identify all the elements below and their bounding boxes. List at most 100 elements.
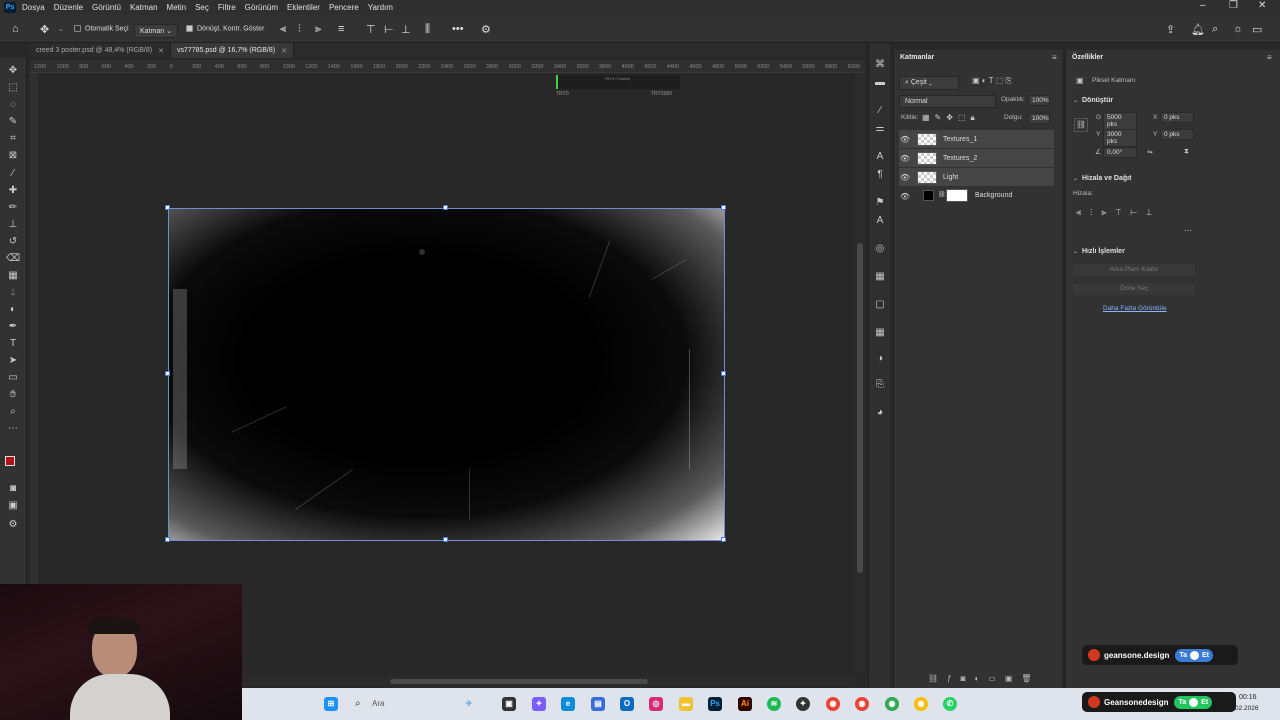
transform-handle[interactable]	[165, 537, 170, 542]
eye-icon[interactable]: 👁︎	[899, 192, 911, 201]
auto-select-checkbox[interactable]: Otomatik Seçi	[74, 25, 129, 32]
spotify-icon[interactable]: ≋	[767, 697, 781, 711]
workspace-icon[interactable]: ▭	[1252, 23, 1262, 36]
dodge-tool-icon[interactable]: ◐	[6, 303, 20, 317]
align-center-icon[interactable]: ⫶	[298, 23, 301, 36]
quick-select-tool-icon[interactable]: ✎	[6, 115, 20, 129]
brush-settings-icon[interactable]: ⚌	[874, 123, 886, 135]
distribute-vertical-icon[interactable]: ⫼	[425, 23, 430, 36]
comments-panel-icon[interactable]: ▬	[874, 77, 886, 89]
more-options-icon[interactable]: ⋯	[1184, 226, 1192, 235]
link-dimensions-icon[interactable]: ⛓	[1074, 118, 1088, 132]
remove-background-button[interactable]: Arka Planı Kaldır	[1073, 264, 1195, 276]
select-subject-button[interactable]: Özne Seç	[1073, 283, 1195, 295]
windows-start-icon[interactable]: ⊞	[324, 697, 338, 711]
quick-actions-title[interactable]: Hızlı İşlemler	[1082, 248, 1125, 255]
target-dropdown[interactable]: Katman ⌄	[134, 24, 178, 38]
notification-bell-icon[interactable]: 🔔︎	[1191, 23, 1205, 36]
menu-gorunum[interactable]: Görünüm	[245, 3, 278, 12]
restore-icon[interactable]: ❐	[1229, 0, 1238, 11]
chrome-profile-2-icon[interactable]: ◉	[885, 697, 899, 711]
panel-menu-icon[interactable]: ≡	[1052, 53, 1057, 62]
menu-dosya[interactable]: Dosya	[22, 3, 45, 12]
store-icon[interactable]: ▤	[591, 697, 605, 711]
fill-field[interactable]: 100%	[1028, 113, 1050, 124]
layer-row-textures-2[interactable]: 👁︎ Textures_2	[899, 149, 1054, 167]
chrome-icon[interactable]: ◉	[826, 697, 840, 711]
channels-panel-icon[interactable]: ◕	[874, 407, 886, 419]
copilot-icon[interactable]: ✦	[532, 697, 546, 711]
menu-pencere[interactable]: Pencere	[329, 3, 359, 12]
brush-panel-icon[interactable]: ⁄	[874, 105, 886, 117]
move-tool-icon[interactable]: ✥	[6, 64, 20, 78]
edge-icon[interactable]: e	[561, 697, 575, 711]
libraries-panel-icon[interactable]: ⎘	[874, 379, 886, 391]
history-panel-icon[interactable]: ⌘	[874, 59, 886, 71]
paragraph-panel-icon[interactable]: ¶	[874, 169, 886, 181]
document-image[interactable]	[168, 208, 725, 541]
chevron-down-icon[interactable]: ⌄	[1073, 248, 1078, 255]
share-icon[interactable]: ⇪	[1166, 23, 1175, 36]
character-styles-icon[interactable]: A	[874, 215, 886, 227]
minimize-icon[interactable]: –	[1200, 0, 1206, 11]
settings-gear-icon[interactable]: ⚙	[481, 23, 491, 36]
3d-panel-icon[interactable]: ◎	[874, 243, 886, 255]
app-icon[interactable]: ✦	[796, 697, 810, 711]
transform-handle[interactable]	[443, 537, 448, 542]
gradients-panel-icon[interactable]: ▢	[874, 299, 886, 311]
home-icon[interactable]: ⌂	[12, 23, 19, 35]
foreground-color-swatch[interactable]	[5, 456, 15, 466]
align-section-title[interactable]: Hizala ve Dağıt	[1082, 175, 1131, 182]
tab-creed-poster[interactable]: creed 3 poster.psd @ 48,4% (RGB/8) ✕	[30, 43, 171, 58]
adjustments-panel-icon[interactable]: ◑	[874, 353, 886, 365]
zoom-tool-icon[interactable]: ⌕	[6, 405, 20, 419]
align-middle-icon[interactable]: ⊢	[384, 23, 394, 36]
photoshop-taskbar-icon[interactable]: Ps	[708, 697, 722, 711]
character-panel-icon[interactable]: A	[874, 151, 886, 163]
pen-tool-icon[interactable]: ✒	[6, 320, 20, 334]
clone-stamp-icon[interactable]: ⊥	[6, 218, 20, 232]
chrome-profile-3-icon[interactable]: ◉	[914, 697, 928, 711]
width-field[interactable]: 5000 pks	[1103, 112, 1137, 130]
path-select-icon[interactable]: ➤	[6, 354, 20, 368]
eye-icon[interactable]: 👁︎	[899, 154, 911, 163]
screen-mode-icon[interactable]: ▣	[6, 499, 20, 513]
eye-icon[interactable]: 👁︎	[899, 135, 911, 144]
panel-menu-icon[interactable]: ≡	[1267, 53, 1272, 62]
instagram-icon[interactable]: ◎	[649, 697, 663, 711]
lock-icons[interactable]: ▦✎✥⬚🔒︎	[922, 113, 980, 123]
menu-filtre[interactable]: Filtre	[218, 3, 236, 12]
transform-section-title[interactable]: Dönüştür	[1082, 97, 1113, 104]
glyphs-panel-icon[interactable]: ⚑	[874, 197, 886, 209]
blur-tool-icon[interactable]: 💧︎	[6, 286, 20, 300]
tab-vs77785[interactable]: vs77785.psd @ 16,7% (RGB/8) ✕	[170, 43, 294, 58]
crop-tool-icon[interactable]: ⌗	[6, 132, 20, 146]
shape-tool-icon[interactable]: ▭	[6, 371, 20, 385]
menu-sec[interactable]: Seç	[195, 3, 209, 12]
vertical-scrollbar[interactable]	[855, 73, 865, 673]
more-options-icon[interactable]: •••	[452, 23, 464, 35]
transform-handle[interactable]	[721, 205, 726, 210]
close-tab-icon[interactable]: ✕	[158, 47, 164, 55]
angle-field[interactable]: 0,00°	[1103, 147, 1137, 158]
distribute-icon[interactable]: ≡	[338, 23, 344, 35]
illustrator-taskbar-icon[interactable]: Ai	[738, 697, 752, 711]
transform-handle[interactable]	[721, 537, 726, 542]
eye-icon[interactable]: 👁︎	[899, 173, 911, 182]
menu-eklentiler[interactable]: Eklentiler	[287, 3, 320, 12]
x-field[interactable]: 0 pks	[1160, 112, 1194, 123]
layer-row-light[interactable]: 👁︎ Light	[899, 168, 1054, 186]
hand-tool-icon[interactable]: ✋︎	[6, 388, 20, 402]
weather-icon[interactable]: ✈	[462, 697, 476, 711]
blend-mode-dropdown[interactable]: Normal	[899, 95, 996, 108]
horizontal-scroll-thumb[interactable]	[390, 679, 648, 684]
transform-handle[interactable]	[165, 371, 170, 376]
outlook-icon[interactable]: O	[620, 697, 634, 711]
taskbar-search-input[interactable]: Ara	[372, 699, 384, 708]
height-field[interactable]: 3000 pks	[1103, 129, 1137, 147]
eraser-tool-icon[interactable]: ⌫	[6, 252, 20, 266]
task-view-icon[interactable]: ▣	[502, 697, 516, 711]
search-icon[interactable]: ⌕	[355, 698, 361, 709]
align-bottom-icon[interactable]: ⊥	[401, 23, 411, 36]
type-tool-icon[interactable]: T	[6, 337, 20, 351]
